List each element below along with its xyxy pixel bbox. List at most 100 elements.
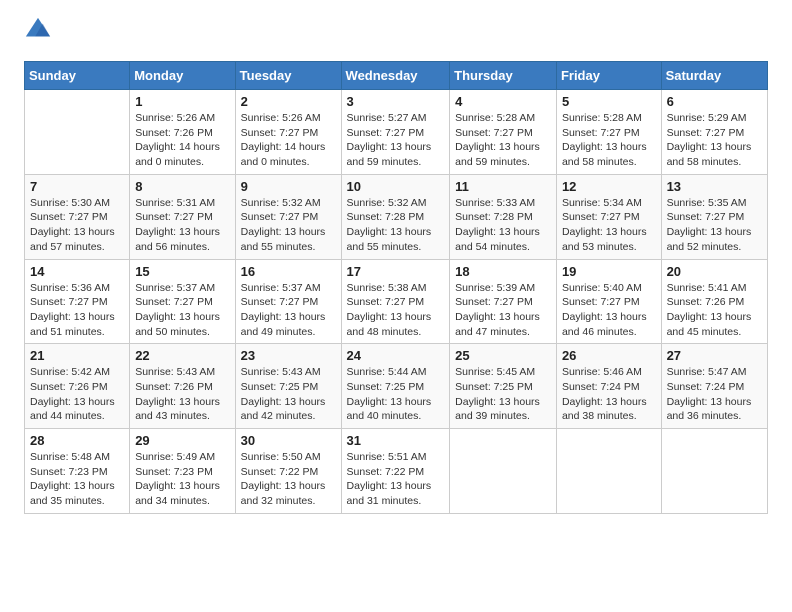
day-info: Sunrise: 5:48 AMSunset: 7:23 PMDaylight:…: [30, 450, 124, 509]
calendar-cell: 13 Sunrise: 5:35 AMSunset: 7:27 PMDayligh…: [661, 174, 767, 259]
logo: [24, 20, 56, 49]
day-number: 3: [347, 94, 445, 109]
calendar-cell: [556, 429, 661, 514]
day-info: Sunrise: 5:28 AMSunset: 7:27 PMDaylight:…: [455, 111, 551, 170]
calendar-cell: 3 Sunrise: 5:27 AMSunset: 7:27 PMDaylight…: [341, 90, 450, 175]
day-info: Sunrise: 5:46 AMSunset: 7:24 PMDaylight:…: [562, 365, 656, 424]
calendar-cell: 20Sunrise: 5:41 AMSunset: 7:26 PMDayligh…: [661, 259, 767, 344]
day-number: 2: [241, 94, 336, 109]
day-number: 13: [667, 179, 762, 194]
calendar-header-sunday: Sunday: [25, 62, 130, 90]
day-number: 19: [562, 264, 656, 279]
day-number: 7: [30, 179, 124, 194]
day-number: 28: [30, 433, 124, 448]
calendar-cell: 23 Sunrise: 5:43 AMSunset: 7:25 PMDayligh…: [235, 344, 341, 429]
day-info: Sunrise: 5:44 AMSunset: 7:25 PMDaylight:…: [347, 365, 445, 424]
day-info: Sunrise: 5:27 AMSunset: 7:27 PMDaylight:…: [347, 111, 445, 170]
day-number: 31: [347, 433, 445, 448]
day-info: Sunrise: 5:26 AMSunset: 7:27 PMDaylight:…: [241, 111, 336, 170]
calendar-header-friday: Friday: [556, 62, 661, 90]
calendar-cell: 1Sunrise: 5:26 AMSunset: 7:26 PMDaylight…: [130, 90, 235, 175]
calendar-cell: 14 Sunrise: 5:36 AMSunset: 7:27 PMDayligh…: [25, 259, 130, 344]
day-info: Sunrise: 5:32 AMSunset: 7:27 PMDaylight:…: [241, 196, 336, 255]
calendar-cell: 19 Sunrise: 5:40 AMSunset: 7:27 PMDayligh…: [556, 259, 661, 344]
calendar-cell: 15 Sunrise: 5:37 AMSunset: 7:27 PMDayligh…: [130, 259, 235, 344]
calendar-header-tuesday: Tuesday: [235, 62, 341, 90]
calendar-cell: 10 Sunrise: 5:32 AMSunset: 7:28 PMDayligh…: [341, 174, 450, 259]
day-info: Sunrise: 5:34 AMSunset: 7:27 PMDaylight:…: [562, 196, 656, 255]
day-info: Sunrise: 5:38 AMSunset: 7:27 PMDaylight:…: [347, 281, 445, 340]
calendar-cell: 22 Sunrise: 5:43 AMSunset: 7:26 PMDayligh…: [130, 344, 235, 429]
calendar-body: 1Sunrise: 5:26 AMSunset: 7:26 PMDaylight…: [25, 90, 768, 514]
day-number: 27: [667, 348, 762, 363]
day-info: Sunrise: 5:42 AMSunset: 7:26 PMDaylight:…: [30, 365, 124, 424]
calendar-cell: [25, 90, 130, 175]
calendar-cell: 2 Sunrise: 5:26 AMSunset: 7:27 PMDaylight…: [235, 90, 341, 175]
day-number: 12: [562, 179, 656, 194]
calendar-week-2: 7 Sunrise: 5:30 AMSunset: 7:27 PMDaylight…: [25, 174, 768, 259]
day-info: Sunrise: 5:28 AMSunset: 7:27 PMDaylight:…: [562, 111, 656, 170]
day-info: Sunrise: 5:43 AMSunset: 7:25 PMDaylight:…: [241, 365, 336, 424]
day-info: Sunrise: 5:35 AMSunset: 7:27 PMDaylight:…: [667, 196, 762, 255]
day-number: 9: [241, 179, 336, 194]
day-number: 26: [562, 348, 656, 363]
day-number: 18: [455, 264, 551, 279]
day-number: 23: [241, 348, 336, 363]
calendar-cell: 16 Sunrise: 5:37 AMSunset: 7:27 PMDayligh…: [235, 259, 341, 344]
calendar-cell: 5Sunrise: 5:28 AMSunset: 7:27 PMDaylight…: [556, 90, 661, 175]
day-info: Sunrise: 5:43 AMSunset: 7:26 PMDaylight:…: [135, 365, 229, 424]
day-info: Sunrise: 5:36 AMSunset: 7:27 PMDaylight:…: [30, 281, 124, 340]
calendar-cell: 8 Sunrise: 5:31 AMSunset: 7:27 PMDaylight…: [130, 174, 235, 259]
day-number: 29: [135, 433, 229, 448]
day-info: Sunrise: 5:50 AMSunset: 7:22 PMDaylight:…: [241, 450, 336, 509]
day-number: 4: [455, 94, 551, 109]
calendar-cell: 30 Sunrise: 5:50 AMSunset: 7:22 PMDayligh…: [235, 429, 341, 514]
day-number: 14: [30, 264, 124, 279]
day-info: Sunrise: 5:40 AMSunset: 7:27 PMDaylight:…: [562, 281, 656, 340]
day-info: Sunrise: 5:47 AMSunset: 7:24 PMDaylight:…: [667, 365, 762, 424]
day-number: 20: [667, 264, 762, 279]
day-number: 30: [241, 433, 336, 448]
day-number: 15: [135, 264, 229, 279]
day-info: Sunrise: 5:29 AMSunset: 7:27 PMDaylight:…: [667, 111, 762, 170]
day-number: 11: [455, 179, 551, 194]
day-info: Sunrise: 5:49 AMSunset: 7:23 PMDaylight:…: [135, 450, 229, 509]
day-number: 25: [455, 348, 551, 363]
day-info: Sunrise: 5:26 AMSunset: 7:26 PMDaylight:…: [135, 111, 229, 170]
calendar-cell: 27 Sunrise: 5:47 AMSunset: 7:24 PMDayligh…: [661, 344, 767, 429]
day-number: 24: [347, 348, 445, 363]
calendar-header-row: SundayMondayTuesdayWednesdayThursdayFrid…: [25, 62, 768, 90]
calendar-header-wednesday: Wednesday: [341, 62, 450, 90]
day-info: Sunrise: 5:39 AMSunset: 7:27 PMDaylight:…: [455, 281, 551, 340]
calendar-cell: [450, 429, 557, 514]
calendar-header-monday: Monday: [130, 62, 235, 90]
calendar-table: SundayMondayTuesdayWednesdayThursdayFrid…: [24, 61, 768, 514]
calendar-cell: 9 Sunrise: 5:32 AMSunset: 7:27 PMDaylight…: [235, 174, 341, 259]
calendar-cell: 25 Sunrise: 5:45 AMSunset: 7:25 PMDayligh…: [450, 344, 557, 429]
day-info: Sunrise: 5:32 AMSunset: 7:28 PMDaylight:…: [347, 196, 445, 255]
calendar-cell: 28 Sunrise: 5:48 AMSunset: 7:23 PMDayligh…: [25, 429, 130, 514]
calendar-cell: 24 Sunrise: 5:44 AMSunset: 7:25 PMDayligh…: [341, 344, 450, 429]
day-number: 10: [347, 179, 445, 194]
calendar-cell: 4 Sunrise: 5:28 AMSunset: 7:27 PMDaylight…: [450, 90, 557, 175]
day-number: 6: [667, 94, 762, 109]
logo-icon: [24, 16, 52, 44]
day-number: 16: [241, 264, 336, 279]
page: SundayMondayTuesdayWednesdayThursdayFrid…: [0, 0, 792, 530]
calendar-cell: 17Sunrise: 5:38 AMSunset: 7:27 PMDayligh…: [341, 259, 450, 344]
calendar-cell: 26 Sunrise: 5:46 AMSunset: 7:24 PMDayligh…: [556, 344, 661, 429]
day-info: Sunrise: 5:37 AMSunset: 7:27 PMDaylight:…: [135, 281, 229, 340]
day-info: Sunrise: 5:31 AMSunset: 7:27 PMDaylight:…: [135, 196, 229, 255]
day-info: Sunrise: 5:51 AMSunset: 7:22 PMDaylight:…: [347, 450, 445, 509]
calendar-header-saturday: Saturday: [661, 62, 767, 90]
calendar-week-1: 1Sunrise: 5:26 AMSunset: 7:26 PMDaylight…: [25, 90, 768, 175]
day-info: Sunrise: 5:30 AMSunset: 7:27 PMDaylight:…: [30, 196, 124, 255]
day-number: 21: [30, 348, 124, 363]
calendar-cell: 31 Sunrise: 5:51 AMSunset: 7:22 PMDayligh…: [341, 429, 450, 514]
calendar-cell: 7 Sunrise: 5:30 AMSunset: 7:27 PMDaylight…: [25, 174, 130, 259]
day-number: 22: [135, 348, 229, 363]
day-info: Sunrise: 5:45 AMSunset: 7:25 PMDaylight:…: [455, 365, 551, 424]
day-number: 8: [135, 179, 229, 194]
calendar-week-5: 28 Sunrise: 5:48 AMSunset: 7:23 PMDayligh…: [25, 429, 768, 514]
day-info: Sunrise: 5:37 AMSunset: 7:27 PMDaylight:…: [241, 281, 336, 340]
